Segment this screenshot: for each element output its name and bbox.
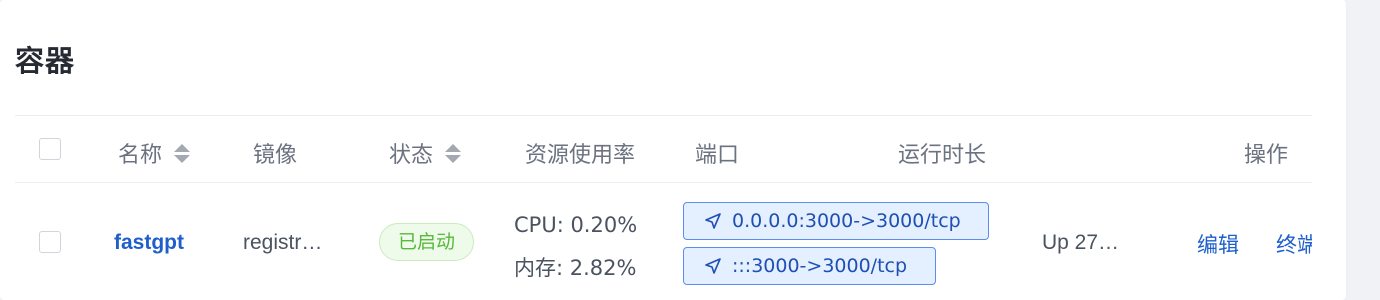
port-tag-label: :::3000->3000/tcp [732, 255, 908, 277]
sort-icon[interactable] [174, 143, 191, 163]
column-header-uptime: 运行时长 [898, 137, 986, 169]
column-header-usage: 资源使用率 [525, 137, 635, 169]
column-header-ports: 端口 [695, 137, 739, 169]
terminal-link[interactable]: 终端 [1276, 229, 1312, 259]
column-header-ports-label: 端口 [695, 143, 740, 168]
port-tag[interactable]: :::3000->3000/tcp [683, 247, 936, 285]
table-header: 名称 镜像 状态 资源使用率 端口 运行时长 操作 [15, 115, 1312, 183]
column-header-usage-label: 资源使用率 [525, 143, 636, 168]
column-header-name-label: 名称 [118, 143, 163, 168]
column-header-status[interactable]: 状态 [389, 137, 462, 169]
status-badge: 已启动 [379, 223, 475, 261]
port-tag[interactable]: 0.0.0.0:3000->3000/tcp [683, 202, 989, 240]
table-row: fastgpt registr… 已启动 CPU: 0.20% 内存: 2.82… [15, 183, 1312, 300]
sort-icon[interactable] [445, 143, 462, 163]
column-header-status-label: 状态 [389, 143, 434, 168]
navigation-arrow-icon [705, 258, 721, 274]
column-header-image: 镜像 [253, 137, 297, 169]
cpu-usage: CPU: 0.20% [514, 213, 638, 237]
memory-usage: 内存: 2.82% [514, 256, 637, 280]
container-uptime: Up 27… [1042, 231, 1120, 254]
navigation-arrow-icon [705, 213, 721, 229]
containers-card: 容器 名称 镜像 状态 资源使用率 端口 运行时长 操作 fastgpt reg… [0, 0, 1346, 300]
column-header-actions: 操作 [1244, 137, 1288, 169]
containers-table: 名称 镜像 状态 资源使用率 端口 运行时长 操作 fastgpt regist… [15, 115, 1312, 300]
column-header-actions-label: 操作 [1244, 143, 1289, 168]
column-header-name[interactable]: 名称 [118, 137, 191, 169]
row-checkbox[interactable] [39, 231, 61, 253]
column-header-uptime-label: 运行时长 [898, 143, 987, 168]
section-title: 容器 [15, 44, 76, 78]
container-name-link[interactable]: fastgpt [114, 231, 184, 255]
edit-link[interactable]: 编辑 [1197, 229, 1239, 259]
port-tag-label: 0.0.0.0:3000->3000/tcp [732, 210, 961, 232]
select-all-checkbox[interactable] [39, 138, 61, 160]
column-header-image-label: 镜像 [253, 143, 298, 168]
container-image: registr… [243, 231, 323, 254]
